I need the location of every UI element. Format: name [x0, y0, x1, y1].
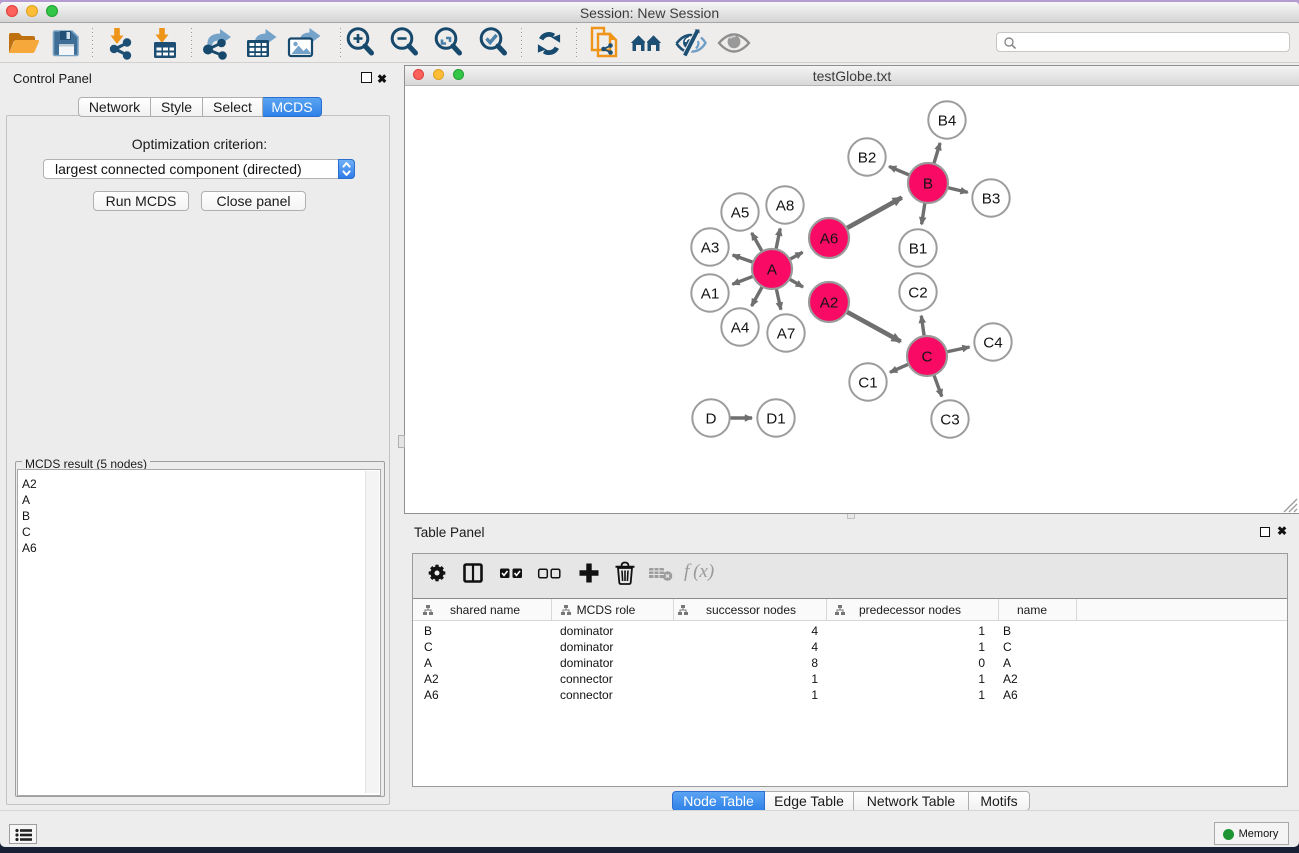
- svg-text:C4: C4: [983, 335, 1002, 352]
- svg-text:A5: A5: [731, 205, 750, 222]
- svg-text:A4: A4: [731, 320, 750, 337]
- svg-text:C1: C1: [858, 375, 877, 392]
- svg-text:A8: A8: [776, 198, 795, 215]
- svg-text:C2: C2: [908, 285, 927, 302]
- svg-text:C3: C3: [940, 412, 959, 429]
- svg-text:B2: B2: [858, 150, 877, 167]
- svg-text:B4: B4: [938, 113, 957, 130]
- svg-text:A: A: [767, 262, 778, 279]
- svg-text:D: D: [706, 411, 717, 428]
- svg-text:A2: A2: [820, 295, 839, 312]
- svg-text:C: C: [922, 349, 933, 366]
- svg-text:B1: B1: [909, 241, 928, 258]
- svg-text:A3: A3: [701, 240, 720, 257]
- svg-text:B3: B3: [982, 191, 1001, 208]
- svg-text:A1: A1: [701, 286, 720, 303]
- svg-text:A7: A7: [777, 326, 796, 343]
- svg-text:D1: D1: [766, 411, 785, 428]
- svg-text:A6: A6: [820, 231, 839, 248]
- svg-text:B: B: [923, 176, 933, 193]
